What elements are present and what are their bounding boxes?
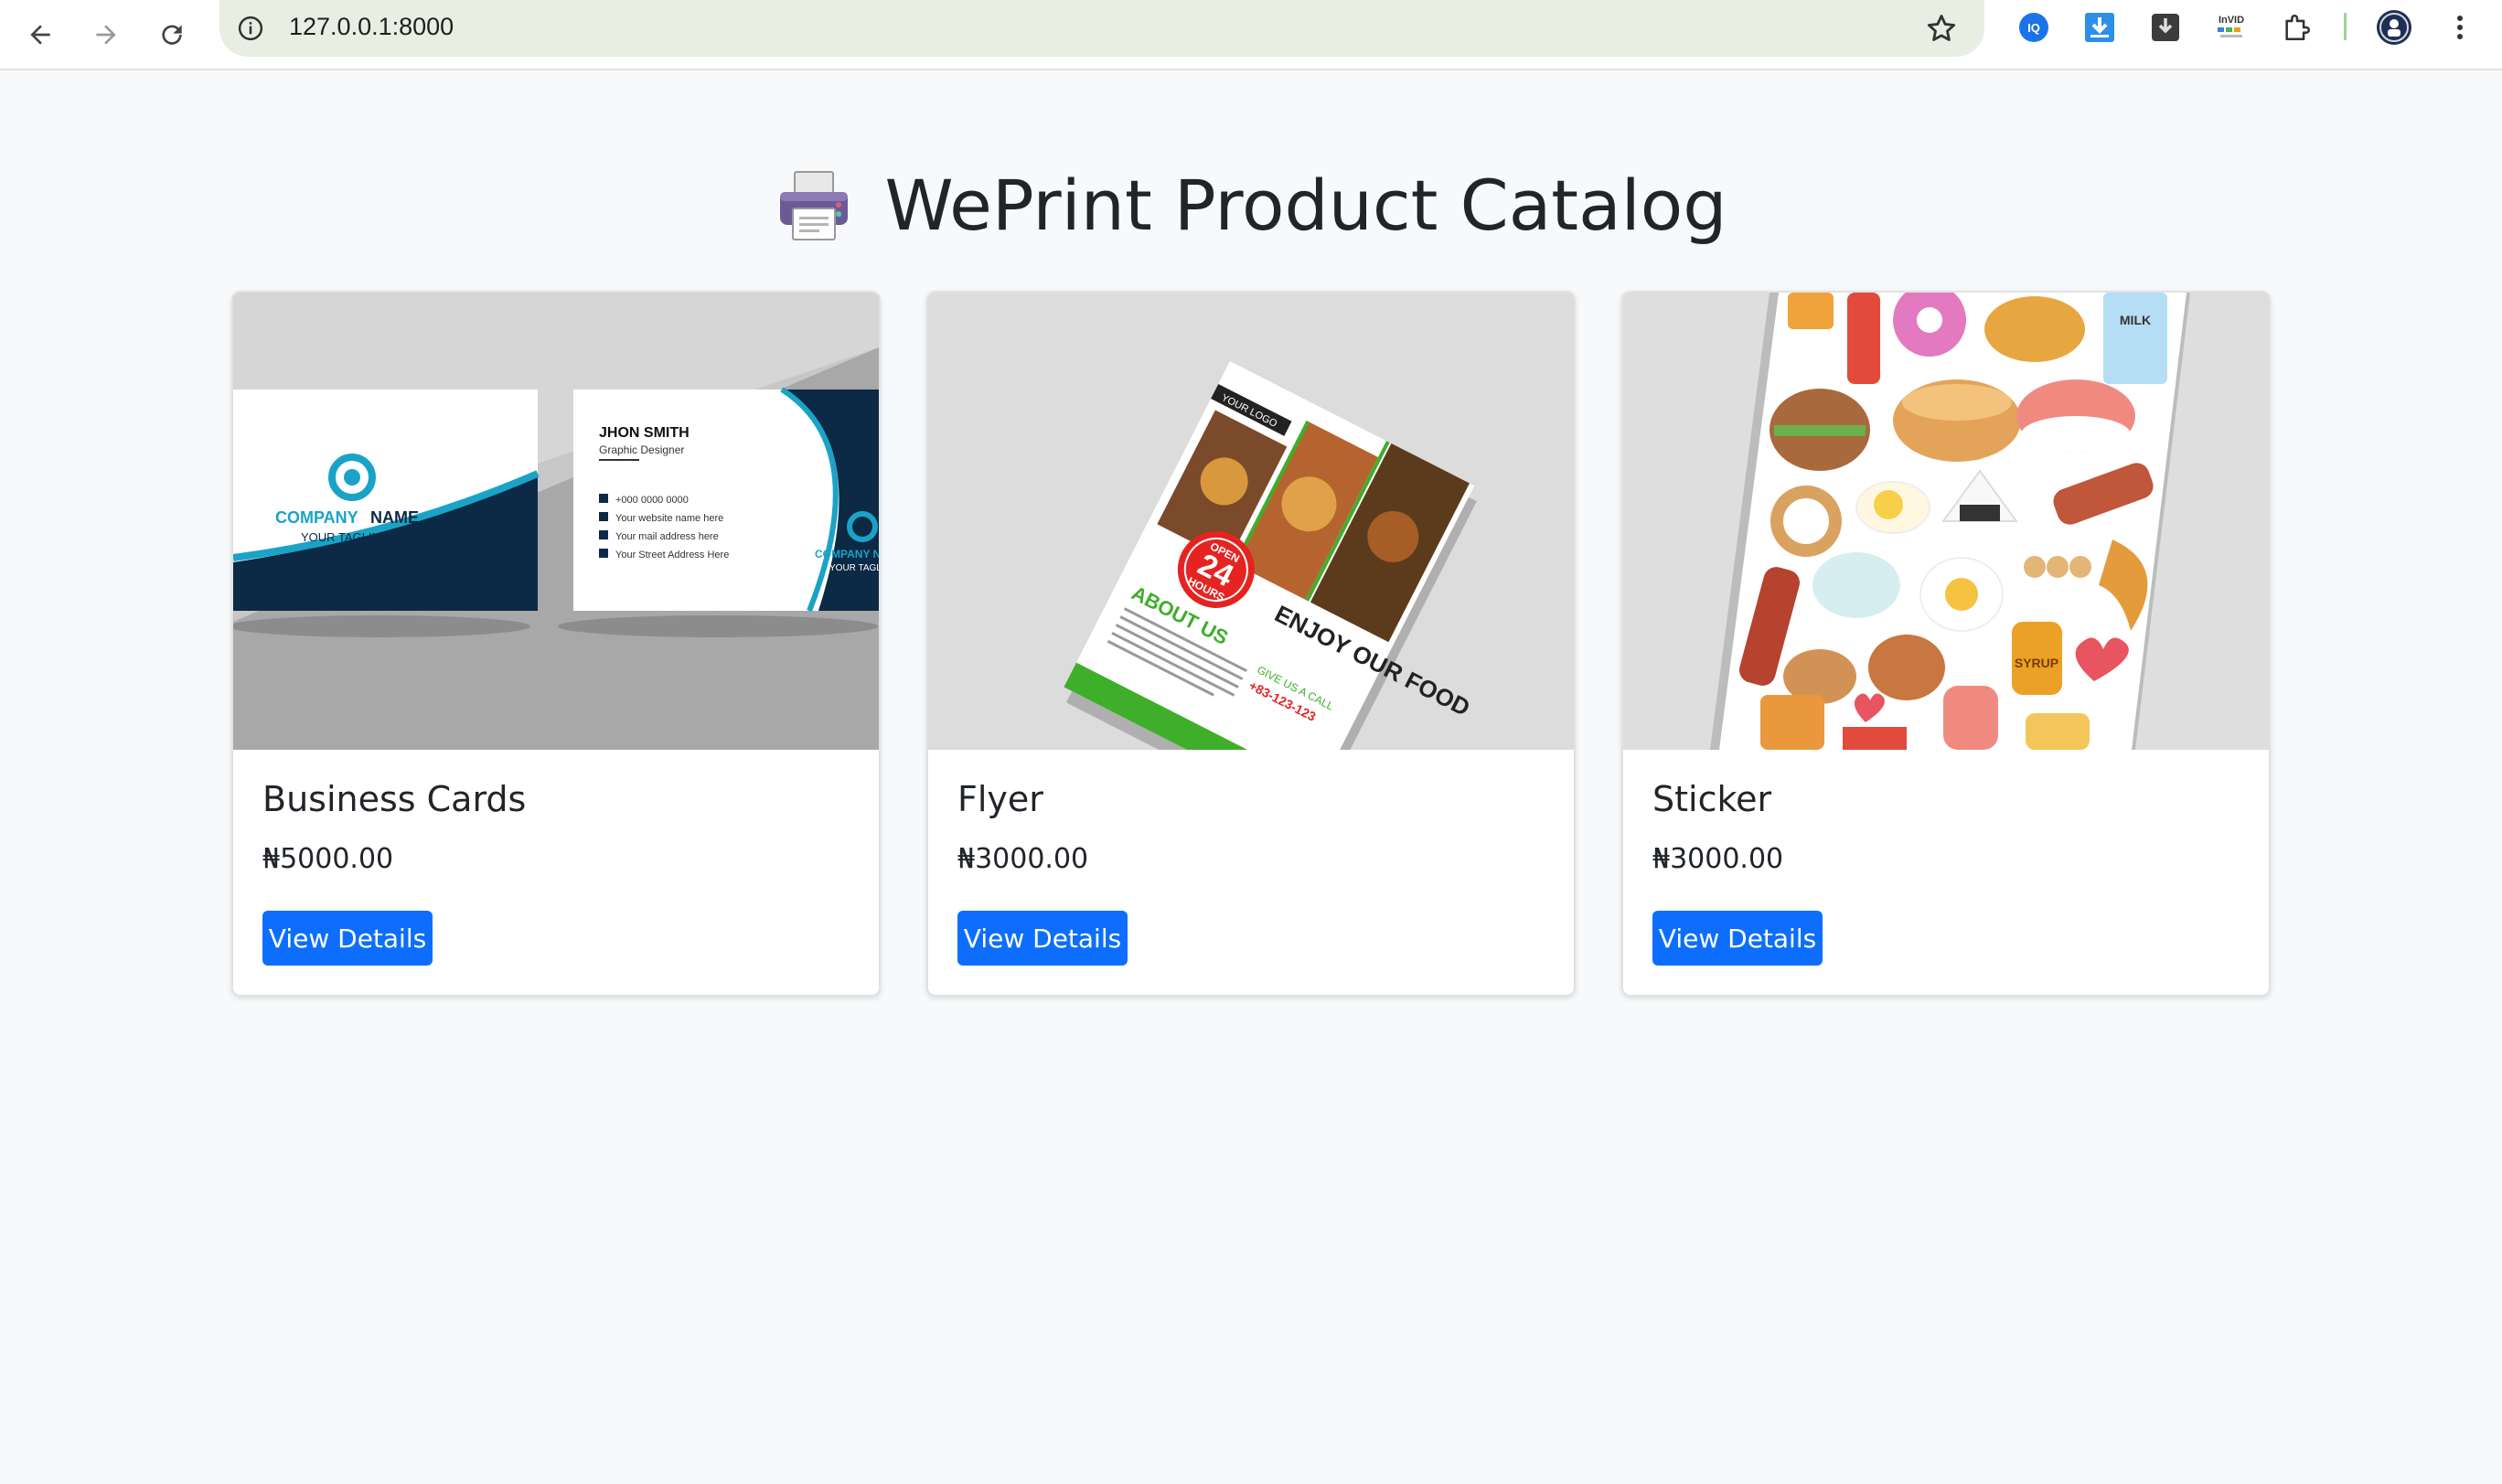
back-button[interactable] bbox=[15, 9, 66, 60]
svg-text:SYRUP: SYRUP bbox=[2015, 656, 2058, 670]
product-image-flyer: YOUR LOGO OPEN 24 HOURS ENJOY OUR FOOD A… bbox=[928, 293, 1574, 750]
svg-text:Your website name here: Your website name here bbox=[615, 513, 723, 524]
download-box-extension-icon[interactable] bbox=[2147, 9, 2184, 46]
download-extension-icon[interactable] bbox=[2081, 9, 2118, 46]
product-card-business-cards: COMPANY NAME YOUR TAGLINE JHON SMITH Gra… bbox=[231, 291, 881, 997]
reload-button[interactable] bbox=[146, 9, 198, 60]
page-heading: WePrint Product Catalog bbox=[0, 165, 2502, 246]
address-bar[interactable]: 127.0.0.1:8000 bbox=[219, 0, 1984, 57]
site-info-icon[interactable] bbox=[234, 12, 267, 45]
page-title: WePrint Product Catalog bbox=[884, 165, 1727, 246]
browser-toolbar: 127.0.0.1:8000 IQ InVID bbox=[0, 0, 2502, 70]
view-details-button[interactable]: View Details bbox=[957, 911, 1128, 966]
product-price: ₦3000.00 bbox=[957, 843, 1089, 875]
profile-avatar[interactable] bbox=[2376, 9, 2412, 46]
forward-button[interactable] bbox=[80, 9, 132, 60]
product-image-sticker: MILK SYRUP bbox=[1623, 293, 2269, 750]
svg-text:Your Street Address Here: Your Street Address Here bbox=[615, 550, 729, 561]
product-name: Flyer bbox=[957, 779, 1043, 819]
url-text[interactable]: 127.0.0.1:8000 bbox=[289, 13, 454, 41]
toolbar-divider bbox=[2344, 13, 2347, 40]
product-price: ₦3000.00 bbox=[1652, 843, 1784, 875]
iq-extension-icon[interactable]: IQ bbox=[2016, 9, 2052, 46]
svg-text:COMPANY N: COMPANY N bbox=[815, 548, 879, 561]
product-price: ₦5000.00 bbox=[262, 843, 394, 875]
product-name: Business Cards bbox=[262, 779, 527, 819]
svg-text:NAME: NAME bbox=[370, 508, 419, 527]
product-card-sticker: MILK SYRUP Sticker ₦3000.00 View Details bbox=[1621, 291, 2271, 997]
svg-text:IQ: IQ bbox=[2027, 21, 2040, 35]
svg-text:JHON SMITH: JHON SMITH bbox=[599, 425, 690, 441]
product-card-flyer: YOUR LOGO OPEN 24 HOURS ENJOY OUR FOOD A… bbox=[926, 291, 1576, 997]
svg-text:MILK: MILK bbox=[2120, 313, 2151, 327]
bookmark-star-icon[interactable] bbox=[1924, 11, 1959, 46]
svg-text:YOUR TAGLINE: YOUR TAGLINE bbox=[301, 530, 389, 544]
printer-icon bbox=[780, 170, 849, 240]
invid-extension-icon[interactable]: InVID bbox=[2213, 9, 2250, 46]
svg-text:COMPANY: COMPANY bbox=[275, 508, 358, 527]
view-details-button[interactable]: View Details bbox=[262, 911, 433, 966]
svg-text:Your mail address here: Your mail address here bbox=[615, 531, 719, 542]
product-image-business-cards: COMPANY NAME YOUR TAGLINE JHON SMITH Gra… bbox=[233, 293, 879, 750]
arrow-right-icon bbox=[96, 25, 116, 45]
more-vert-icon bbox=[2457, 16, 2463, 39]
product-name: Sticker bbox=[1652, 779, 1772, 819]
browser-menu-button[interactable] bbox=[2442, 9, 2478, 46]
view-details-button[interactable]: View Details bbox=[1652, 911, 1823, 966]
svg-text:InVID: InVID bbox=[2219, 15, 2244, 26]
arrow-left-icon bbox=[30, 25, 50, 45]
svg-text:+000 0000 0000: +000 0000 0000 bbox=[615, 495, 689, 506]
svg-text:Graphic Designer: Graphic Designer bbox=[599, 443, 684, 456]
puzzle-extensions-icon[interactable] bbox=[2279, 9, 2315, 46]
svg-text:YOUR TAGL: YOUR TAGL bbox=[829, 563, 879, 573]
reload-icon bbox=[162, 25, 182, 45]
